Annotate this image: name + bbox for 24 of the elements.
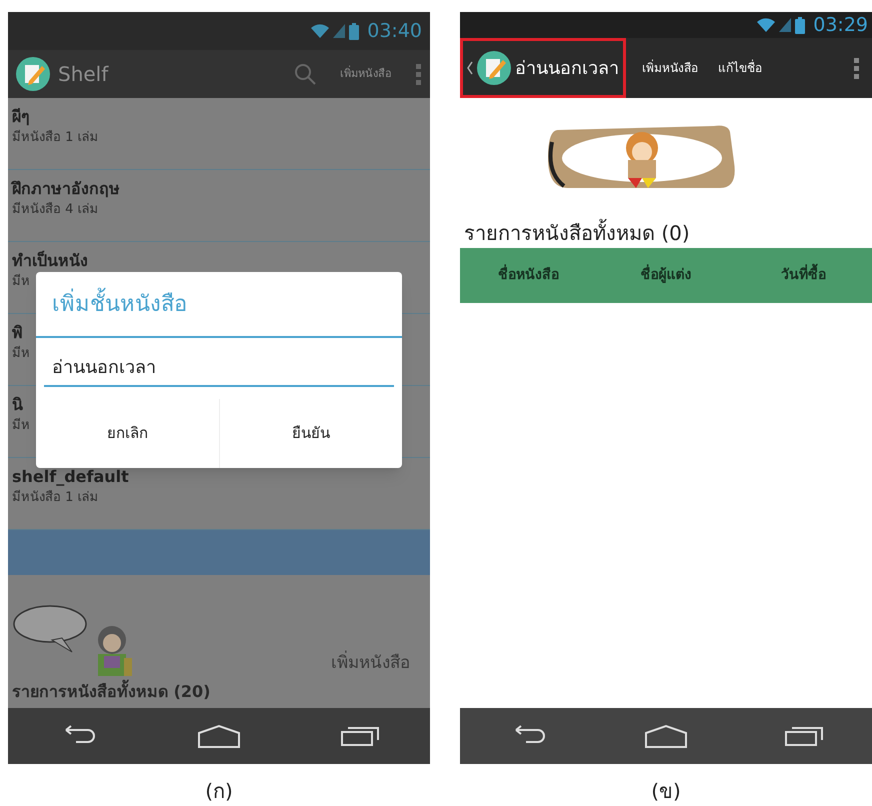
shelf-book-count: มีห <box>12 416 30 435</box>
shelf-book-count: มีห <box>12 344 30 363</box>
app-title: Shelf <box>58 61 110 88</box>
status-time: 03:40 <box>367 18 422 44</box>
shelf-name: นิ <box>12 394 23 416</box>
shelf-name: ผีๆ <box>12 106 30 128</box>
shelf-name: shelf_default <box>12 466 129 488</box>
shelf-name: ทำเป็นหนัง <box>12 250 88 272</box>
dialog-title: เพิ่มชั้นหนังสือ <box>52 288 187 320</box>
shelf-book-count: มีห <box>12 272 30 291</box>
book-list-heading: รายการหนังสือทั้งหมด (20) <box>12 680 426 704</box>
column-header: วันที่ซื้อ <box>734 265 872 286</box>
shelf-name: ฝึกภาษาอังกฤษ <box>12 178 120 200</box>
shelf-book-count: มีหนังสือ 1 เล่ม <box>12 488 99 507</box>
column-header: ชื่อผู้แต่ง <box>597 265 735 286</box>
status-time: 03:29 <box>813 12 868 38</box>
figure-caption: (ก) <box>205 778 233 805</box>
shelf-book-count: มีหนังสือ 1 เล่ม <box>12 128 99 147</box>
book-list-heading: รายการหนังสือทั้งหมด (0) <box>460 218 872 248</box>
shelf-title: อ่านนอกเวลา <box>515 56 619 80</box>
column-header: ชื่อหนังสือ <box>460 265 598 286</box>
figure-caption: (ข) <box>651 778 681 805</box>
shelf-book-count: มีหนังสือ 4 เล่ม <box>12 200 99 219</box>
shelf-name: พิ <box>12 322 23 344</box>
